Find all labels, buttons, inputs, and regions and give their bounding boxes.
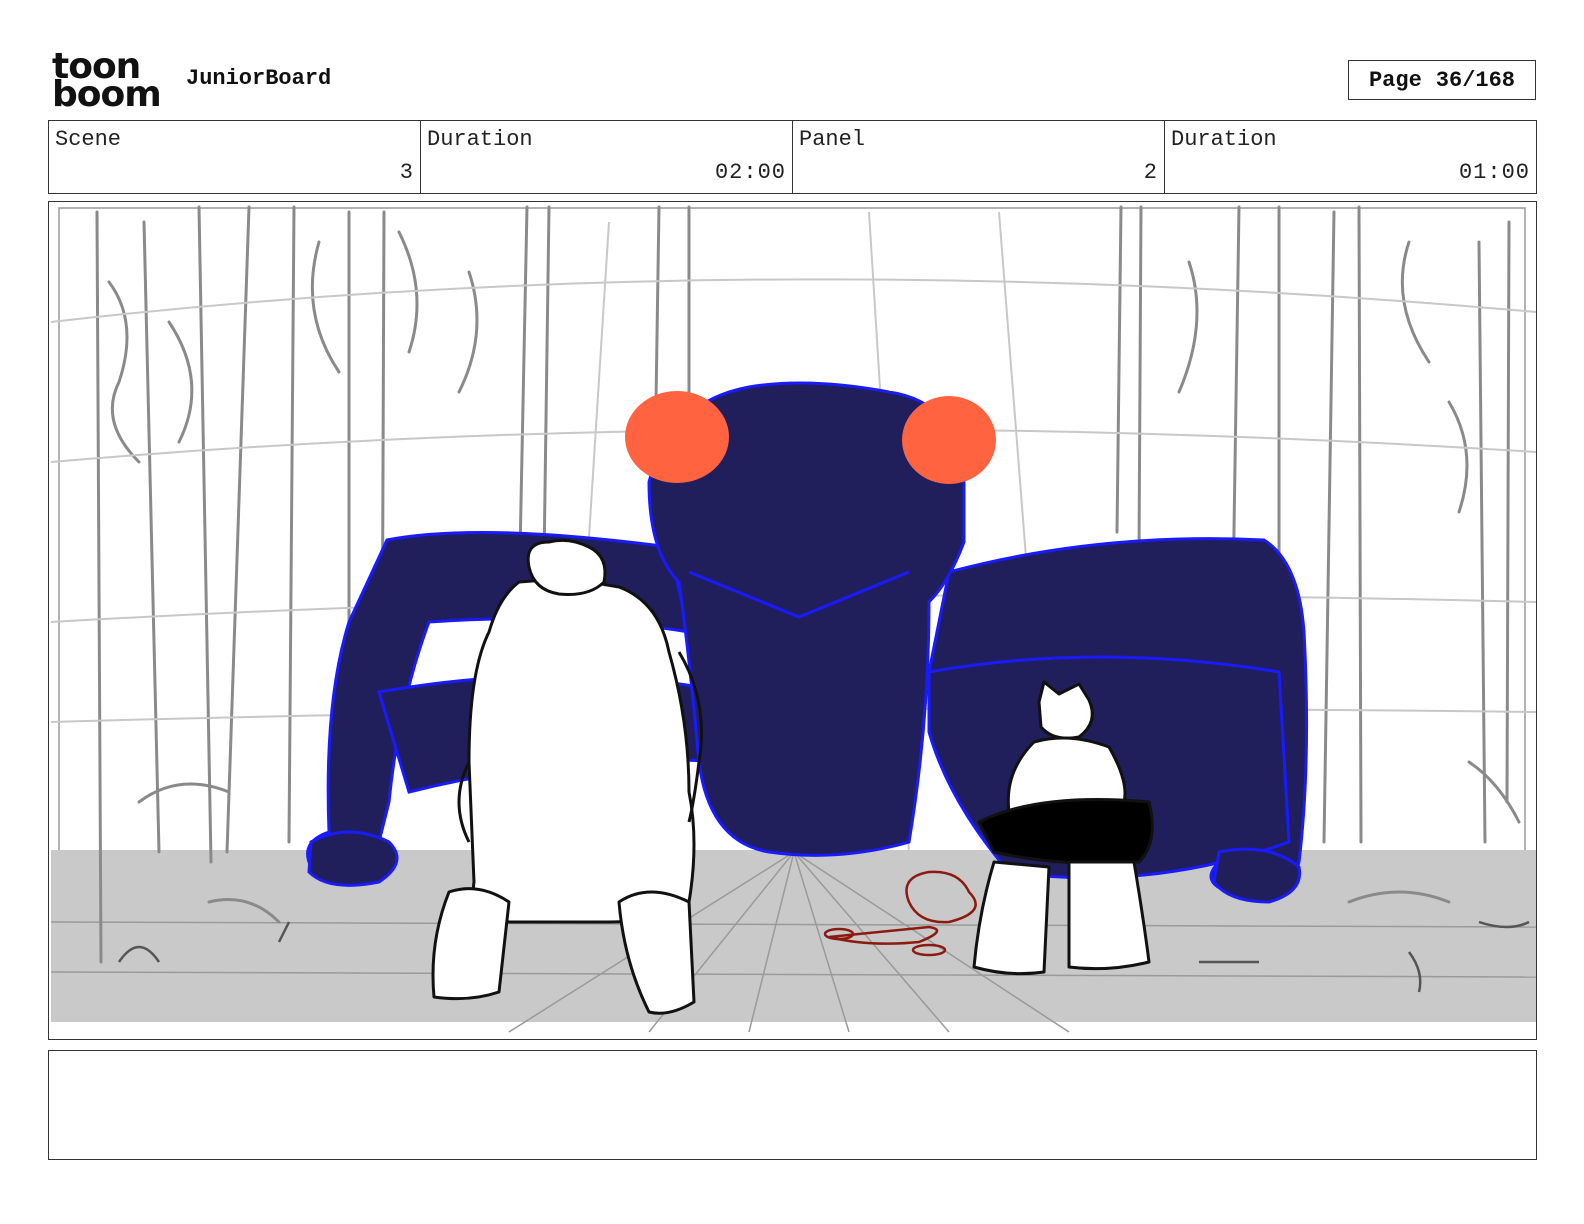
panel-cell: Panel 2 [793,121,1165,193]
creature-left-eye [625,391,729,483]
toonboom-logo: toon boom [52,49,164,115]
storyboard-panel [48,201,1537,1040]
panel-duration-label: Duration [1171,127,1277,152]
creature-right-foot [1212,847,1302,904]
panel-duration-value: 01:00 [1458,160,1530,185]
scene-value: 3 [399,160,414,185]
panel-value: 2 [1143,160,1158,185]
app-title: JuniorBoard [186,66,332,91]
scene-duration-cell: Duration 02:00 [421,121,793,193]
panel-notes-box[interactable] [48,1050,1537,1160]
panel-label: Panel [799,127,866,152]
cat-head [1037,680,1094,740]
boy-left-leg [431,887,511,1001]
scene-cell: Scene 3 [49,121,421,193]
scene-label: Scene [55,127,122,152]
boy-head [526,538,607,596]
panel-info-table: Scene 3 Duration 02:00 Panel 2 Duration … [48,120,1537,194]
ground [51,850,1536,1022]
page-label: Page [1368,67,1422,93]
cat-right-leg [1067,860,1151,971]
boy-torso [467,578,696,924]
panel-artwork [50,205,1536,1033]
scene-duration-value: 02:00 [714,160,786,185]
page-indicator: Page 36/168 [1348,60,1536,100]
logo-text-bottom: boom [52,74,162,115]
creature-left-foot [307,830,399,887]
page-number: 36/168 [1435,67,1516,93]
panel-duration-cell: Duration 01:00 [1165,121,1536,193]
creature-right-eye [902,396,996,484]
scene-duration-label: Duration [427,127,533,152]
